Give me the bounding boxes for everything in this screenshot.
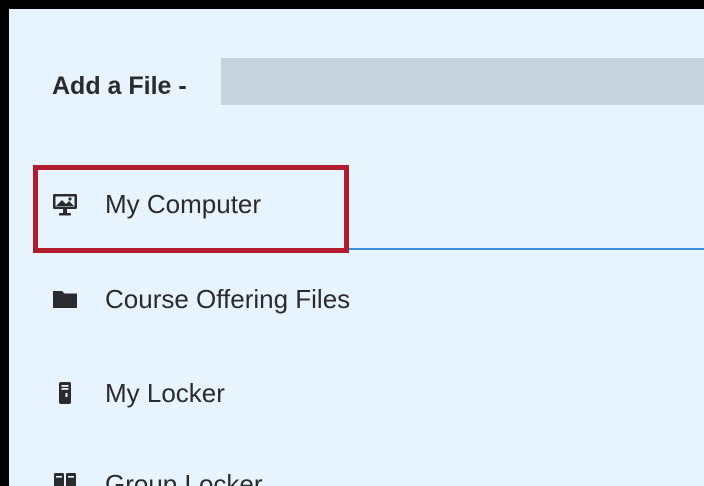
highlight-annotation-box bbox=[33, 165, 349, 253]
source-label: Group Locker bbox=[105, 468, 263, 486]
folder-icon bbox=[51, 285, 79, 313]
source-label: My Locker bbox=[105, 377, 225, 408]
redacted-course-name bbox=[221, 58, 704, 105]
selected-tab-underline bbox=[349, 248, 704, 250]
source-my-locker[interactable]: My Locker bbox=[51, 373, 225, 413]
add-file-dialog: Add a File - My Computer Course Offering… bbox=[0, 0, 704, 486]
source-group-locker[interactable]: Group Locker bbox=[51, 464, 263, 486]
dialog-header: Add a File - bbox=[52, 59, 187, 113]
locker-icon bbox=[51, 379, 79, 407]
group-locker-icon bbox=[51, 470, 79, 486]
dialog-title: Add a File - bbox=[52, 71, 187, 100]
source-label: Course Offering Files bbox=[105, 283, 351, 314]
source-course-offering-files[interactable]: Course Offering Files bbox=[51, 279, 350, 319]
